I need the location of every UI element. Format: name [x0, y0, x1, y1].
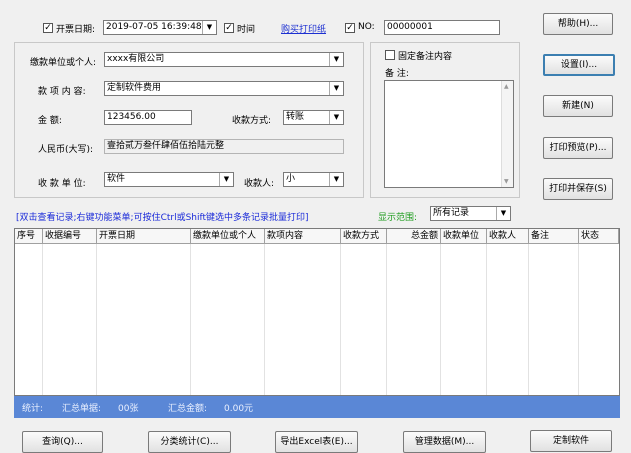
receiver-value: 小 — [286, 174, 296, 184]
range-value: 所有记录 — [433, 208, 470, 218]
chevron-down-icon[interactable]: ▼ — [496, 207, 510, 220]
scroll-down-icon[interactable]: ▼ — [504, 178, 509, 185]
no-checkbox[interactable]: ✓ — [345, 23, 355, 33]
list-hint: [双击查看记录;右键功能菜单;可按住Ctrl或Shift键选中多条记录批量打印] — [16, 213, 309, 223]
stats-amount-label: 汇总金额: — [168, 404, 208, 414]
payer-value: xxxx有限公司 — [107, 54, 165, 64]
chevron-down-icon[interactable]: ▼ — [329, 82, 343, 95]
date-value: 2019-07-05 16:39:48 — [106, 22, 202, 32]
print-preview-button[interactable]: 打印预览(P)... — [543, 137, 613, 159]
fixed-notes-checkbox[interactable] — [385, 50, 395, 60]
chevron-down-icon[interactable]: ▼ — [329, 53, 343, 66]
new-button[interactable]: 新建(N) — [543, 95, 613, 117]
method-label: 收款方式: — [232, 116, 272, 126]
range-label: 显示范围: — [378, 213, 418, 223]
col-header-payer[interactable]: 缴款单位或个人 — [191, 229, 265, 243]
chevron-down-icon[interactable]: ▼ — [329, 173, 343, 186]
stats-label: 统计: — [22, 404, 44, 414]
stats-count-label: 汇总单据: — [62, 404, 102, 414]
manage-data-button[interactable]: 管理数据(M)... — [403, 431, 486, 453]
export-excel-button[interactable]: 导出Excel表(E)... — [275, 431, 358, 453]
col-header-item[interactable]: 款项内容 — [265, 229, 341, 243]
col-header-receiver[interactable]: 收款人 — [487, 229, 529, 243]
notes-scrollbar[interactable]: ▲ ▼ — [501, 81, 513, 187]
receiver-unit-combo[interactable]: 软件 ▼ — [104, 172, 234, 187]
buy-paper-link[interactable]: 购买打印纸 — [281, 22, 326, 35]
custom-software-button[interactable]: 定制软件 — [530, 430, 612, 452]
settings-button[interactable]: 设置(I)... — [543, 54, 615, 76]
receiver-label: 收款人: — [244, 179, 275, 189]
col-header-date[interactable]: 开票日期 — [97, 229, 191, 243]
query-button[interactable]: 查询(Q)... — [22, 431, 103, 453]
stats-amount-value: 0.00元 — [224, 404, 254, 414]
no-label: NO: — [358, 22, 375, 32]
rmb-label: 人民币(大写): — [38, 145, 94, 155]
time-checkbox[interactable]: ✓ — [224, 23, 234, 33]
receiver-combo[interactable]: 小 ▼ — [283, 172, 344, 187]
col-header-method[interactable]: 收款方式 — [341, 229, 387, 243]
col-header-total[interactable]: 总金额 — [387, 229, 441, 243]
method-combo[interactable]: 转账 ▼ — [283, 110, 344, 125]
notes-label: 备 注: — [385, 69, 409, 79]
fixed-notes-label: 固定备注内容 — [398, 52, 453, 62]
notes-textarea[interactable]: ▲ ▼ — [384, 80, 514, 188]
amount-label: 金 额: — [38, 116, 62, 126]
scroll-up-icon[interactable]: ▲ — [504, 83, 509, 90]
category-stats-button[interactable]: 分类统计(C)... — [148, 431, 231, 453]
amount-field[interactable]: 123456.00 — [104, 110, 192, 125]
no-field[interactable]: 00000001 — [384, 20, 500, 35]
receiver-unit-label: 收 款 单 位: — [38, 179, 86, 189]
col-header-status[interactable]: 状态 — [579, 229, 619, 243]
method-value: 转账 — [286, 112, 305, 122]
date-checkbox[interactable]: ✓ — [43, 23, 53, 33]
table-header: 序号 收据编号 开票日期 缴款单位或个人 款项内容 收款方式 总金额 收款单位 … — [15, 229, 619, 244]
chevron-down-icon[interactable]: ▼ — [329, 111, 343, 124]
item-label: 款 项 内 容: — [38, 87, 86, 97]
time-label: 时间 — [237, 25, 256, 35]
rmb-field: 壹拾贰万叁仟肆佰伍拾陆元整 — [104, 139, 344, 154]
date-label: 开票日期: — [56, 25, 96, 35]
print-save-button[interactable]: 打印并保存(S) — [543, 178, 613, 200]
stats-count-value: 00张 — [118, 404, 139, 414]
chevron-down-icon[interactable]: ▼ — [202, 21, 216, 34]
col-header-notes[interactable]: 备注 — [529, 229, 579, 243]
col-header-index[interactable]: 序号 — [15, 229, 43, 243]
date-picker[interactable]: 2019-07-05 16:39:48 ▼ — [103, 20, 217, 35]
stats-bar: 统计: 汇总单据: 00张 汇总金额: 0.00元 — [14, 396, 620, 418]
records-table[interactable]: 序号 收据编号 开票日期 缴款单位或个人 款项内容 收款方式 总金额 收款单位 … — [14, 228, 620, 396]
payer-label: 缴款单位或个人: — [30, 58, 97, 68]
help-button[interactable]: 帮助(H)... — [543, 13, 613, 35]
payer-combo[interactable]: xxxx有限公司 ▼ — [104, 52, 344, 67]
chevron-down-icon[interactable]: ▼ — [219, 173, 233, 186]
item-combo[interactable]: 定制软件费用 ▼ — [104, 81, 344, 96]
receiver-unit-value: 软件 — [107, 174, 126, 184]
col-header-receiver-unit[interactable]: 收款单位 — [441, 229, 487, 243]
item-value: 定制软件费用 — [107, 83, 162, 93]
col-header-receipt-no[interactable]: 收据编号 — [43, 229, 97, 243]
range-combo[interactable]: 所有记录 ▼ — [430, 206, 511, 221]
